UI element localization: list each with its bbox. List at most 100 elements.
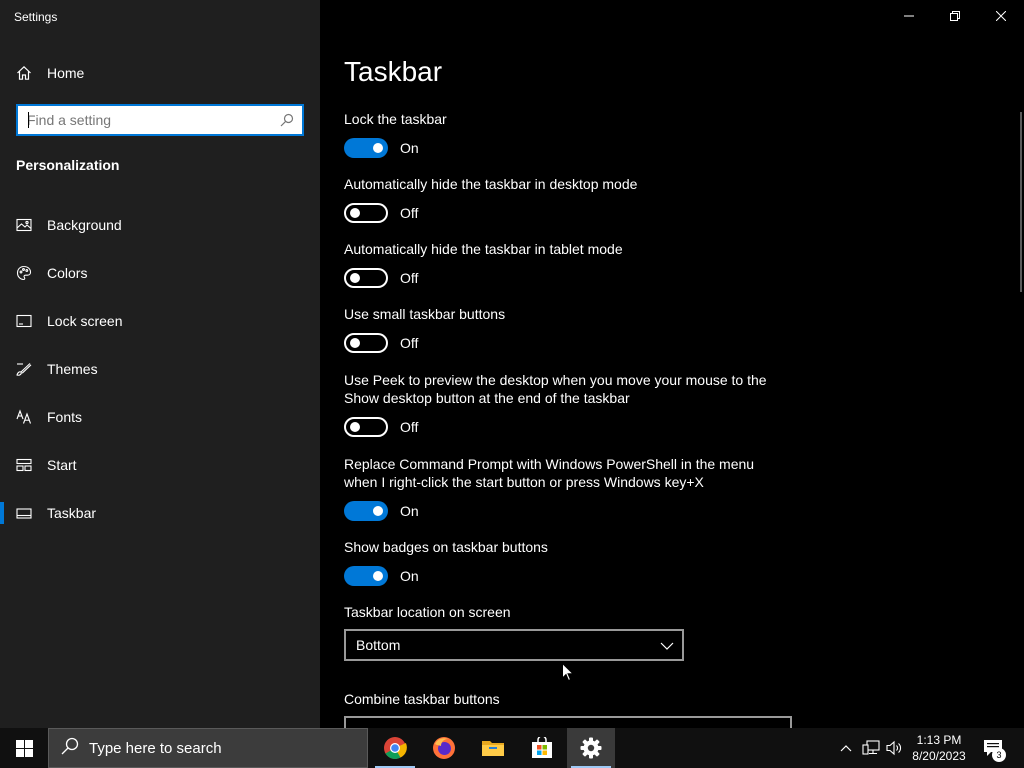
sidebar-item-label: Start (47, 457, 77, 473)
home-icon (16, 65, 32, 81)
sidebar-item-label: Lock screen (47, 313, 123, 329)
toggle-switch[interactable] (344, 501, 388, 521)
toggle-switch[interactable] (344, 268, 388, 288)
taskbar-app-file-explorer[interactable] (469, 728, 517, 768)
sidebar-item-lock-screen[interactable]: Lock screen (0, 297, 320, 345)
setting-label-autohide-desktop: Automatically hide the taskbar in deskto… (344, 176, 638, 192)
settings-gear-icon (580, 737, 602, 759)
sidebar-item-label: Taskbar (47, 505, 97, 521)
taskbar-search-box[interactable]: Type here to search (48, 728, 368, 768)
section-title: Personalization (16, 157, 120, 173)
sidebar-item-themes[interactable]: Themes (0, 345, 320, 393)
start-grid-icon (16, 457, 32, 473)
volume-tray-button[interactable] (884, 728, 906, 768)
toggle-knob (350, 338, 360, 348)
search-icon[interactable] (280, 113, 294, 132)
sidebar-item-taskbar[interactable]: Taskbar (0, 489, 320, 537)
sidebar-item-label: Home (47, 65, 85, 81)
settings-search-box[interactable] (16, 104, 304, 136)
toggle-autohide-desktop[interactable]: Off (344, 203, 418, 223)
network-tray-button[interactable] (860, 728, 882, 768)
minimize-icon (904, 15, 914, 17)
toggle-knob (350, 422, 360, 432)
search-icon (61, 737, 79, 760)
toggle-state-text: Off (400, 335, 419, 351)
brush-icon (16, 361, 32, 377)
store-icon (532, 737, 552, 758)
close-button[interactable] (978, 0, 1024, 32)
toggle-state-text: Off (400, 270, 419, 286)
setting-label-peek: Use Peek to preview the desktop when you… (344, 372, 767, 406)
setting-label-powershell: Replace Command Prompt with Windows Powe… (344, 456, 755, 490)
toggle-state-text: Off (400, 419, 419, 435)
toggle-small-buttons[interactable]: Off (344, 333, 418, 353)
lock-screen-icon (16, 313, 32, 329)
toggle-switch[interactable] (344, 417, 388, 437)
windows-logo-icon (15, 739, 33, 757)
taskbar-app-store[interactable] (518, 728, 566, 768)
start-button[interactable] (0, 728, 48, 768)
toggle-badges[interactable]: On (344, 566, 419, 586)
setting-label-autohide-tablet: Automatically hide the taskbar in tablet… (344, 241, 623, 257)
sidebar-item-fonts[interactable]: Fonts (0, 393, 320, 441)
toggle-knob (373, 143, 383, 153)
restore-button[interactable] (932, 0, 978, 32)
clock-date: 8/20/2023 (912, 749, 966, 763)
network-icon (862, 740, 880, 755)
sidebar-item-label: Themes (47, 361, 98, 377)
text-caret (28, 112, 29, 128)
navigation-pane: Settings Home Personalization Background… (0, 0, 320, 728)
toggle-state-text: On (400, 503, 419, 519)
taskbar-location-dropdown[interactable]: Bottom (344, 629, 684, 661)
sidebar-item-label: Background (47, 217, 122, 233)
chevron-up-icon (840, 745, 852, 752)
windows-taskbar: Type here to search 1:13 PM 8/20/2023 3 (0, 728, 1024, 768)
toggle-knob (373, 571, 383, 581)
toggle-state-text: On (400, 140, 419, 156)
toggle-knob (373, 506, 383, 516)
close-icon (996, 11, 1006, 21)
palette-icon (16, 265, 32, 281)
toggle-knob (350, 208, 360, 218)
setting-label-small-buttons: Use small taskbar buttons (344, 306, 506, 322)
page-title: Taskbar (344, 56, 443, 87)
setting-label-lock-taskbar: Lock the taskbar (344, 111, 447, 127)
taskbar-app-chrome[interactable] (371, 728, 419, 768)
toggle-lock-taskbar[interactable]: On (344, 138, 419, 158)
toggle-switch[interactable] (344, 333, 388, 353)
clock-time: 1:13 PM (916, 733, 962, 747)
scrollbar-thumb[interactable] (1020, 112, 1022, 292)
sidebar-item-home[interactable]: Home (16, 62, 84, 84)
window-controls (886, 0, 1024, 32)
content-pane: Taskbar Lock the taskbar On Automaticall… (320, 0, 1024, 736)
sidebar-item-colors[interactable]: Colors (0, 249, 320, 297)
mouse-pointer-icon (562, 662, 575, 687)
taskbar-app-settings[interactable] (567, 728, 615, 768)
toggle-autohide-tablet[interactable]: Off (344, 268, 418, 288)
font-icon (16, 409, 32, 425)
toggle-switch[interactable] (344, 138, 388, 158)
image-icon (16, 217, 32, 233)
search-input[interactable] (18, 107, 268, 133)
taskbar-search-text: Type here to search (89, 739, 222, 757)
toggle-powershell[interactable]: On (344, 501, 419, 521)
toggle-switch[interactable] (344, 203, 388, 223)
dropdown-value: Bottom (356, 637, 401, 653)
sidebar-item-start[interactable]: Start (0, 441, 320, 489)
sidebar-item-label: Fonts (47, 409, 83, 425)
speaker-icon (886, 740, 901, 756)
file-explorer-icon (482, 741, 504, 756)
toggle-state-text: Off (400, 205, 419, 221)
app-title: Settings (14, 10, 58, 24)
setting-label-location: Taskbar location on screen (344, 604, 511, 620)
toggle-switch[interactable] (344, 566, 388, 586)
sidebar-item-background[interactable]: Background (0, 201, 320, 249)
taskbar-clock[interactable]: 1:13 PM 8/20/2023 (904, 732, 974, 764)
chevron-down-icon (660, 639, 674, 657)
show-hidden-icons-button[interactable] (836, 728, 856, 768)
taskbar-app-firefox[interactable] (420, 728, 468, 768)
toggle-peek[interactable]: Off (344, 417, 418, 437)
minimize-button[interactable] (886, 0, 932, 32)
sidebar-item-label: Colors (47, 265, 88, 281)
toggle-state-text: On (400, 568, 419, 584)
